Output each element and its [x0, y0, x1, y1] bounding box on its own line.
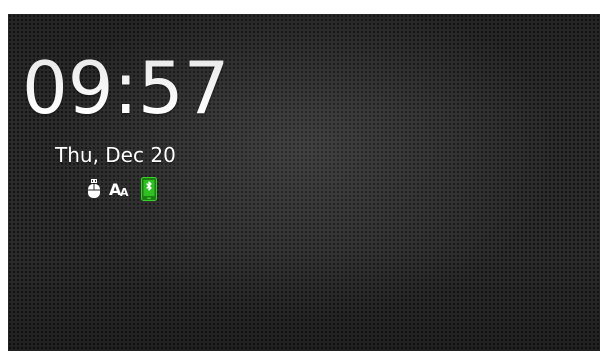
- clock-time: 09:57: [22, 46, 230, 130]
- status-icons-row: A A: [87, 177, 157, 201]
- usb-mouse-icon: [87, 179, 101, 199]
- device-frame: 09:57 Thu, Dec 20 A A: [0, 0, 606, 351]
- svg-text:A: A: [120, 186, 129, 198]
- lock-screen: 09:57 Thu, Dec 20 A A: [8, 14, 600, 351]
- clock-date: Thu, Dec 20: [55, 143, 176, 167]
- bluetooth-phone-icon: [141, 177, 157, 201]
- font-size-icon: A A: [109, 180, 133, 199]
